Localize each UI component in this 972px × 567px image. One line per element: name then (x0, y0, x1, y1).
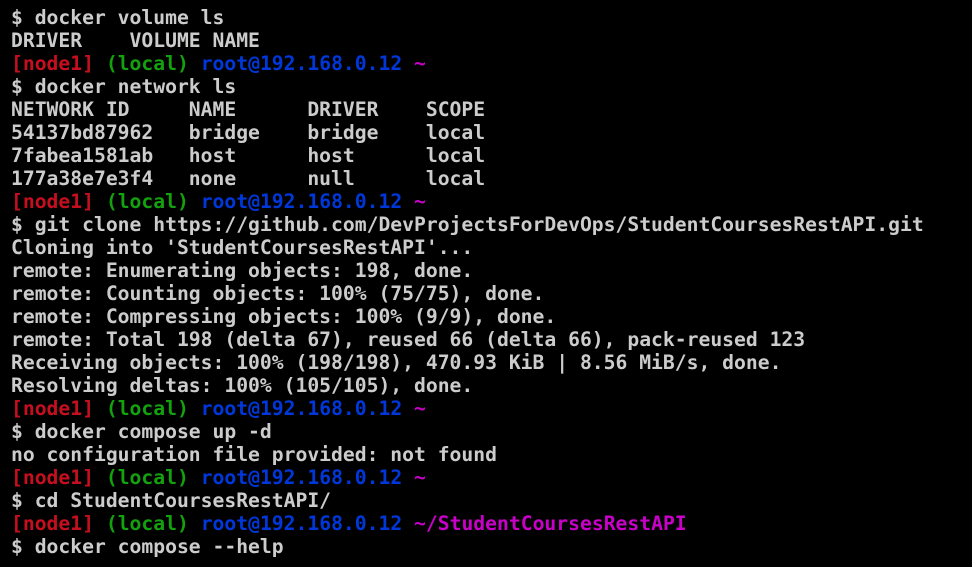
output-line: remote: Counting objects: 100% (75/75), … (11, 282, 545, 305)
output-line: Receiving objects: 100% (198/198), 470.9… (11, 351, 782, 374)
output-line: Cloning into 'StudentCoursesRestAPI'... (11, 236, 474, 259)
output-line: 7fabea1581ab host host local (11, 144, 486, 167)
prompt-path: ~ (414, 52, 426, 75)
prompt-line: [node1] (local) root@192.168.0.12 ~ (11, 190, 972, 213)
prompt-node: [node1] (11, 52, 94, 75)
prompt-path: ~/StudentCoursesRestAPI (414, 512, 687, 535)
prompt-user: root@192.168.0.12 (200, 397, 403, 420)
prompt-user: root@192.168.0.12 (200, 466, 403, 489)
command-line[interactable]: $ docker compose --help (11, 535, 972, 558)
prompt-local: (local) (105, 397, 189, 420)
prompt-node: [node1] (11, 512, 94, 535)
output-line: 54137bd87962 bridge bridge local (11, 121, 486, 144)
prompt-node: [node1] (11, 190, 94, 213)
prompt-node: [node1] (11, 397, 94, 420)
prompt-user: root@192.168.0.12 (200, 512, 403, 535)
prompt-line: [node1] (local) root@192.168.0.12 ~/Stud… (11, 512, 972, 535)
output-line: DRIVER VOLUME NAME (11, 29, 260, 52)
prompt-local: (local) (105, 52, 189, 75)
prompt-local: (local) (105, 190, 189, 213)
prompt-path: ~ (414, 190, 426, 213)
command-line: $ git clone https://github.com/DevProjec… (11, 213, 924, 236)
prompt-line: [node1] (local) root@192.168.0.12 ~ (11, 397, 972, 420)
prompt-path: ~ (414, 466, 426, 489)
command-line: $ docker compose up -d (11, 420, 272, 443)
prompt-local: (local) (105, 466, 189, 489)
output-line: remote: Enumerating objects: 198, done. (11, 259, 474, 282)
prompt-local: (local) (105, 512, 189, 535)
command-line: $ docker volume ls (11, 6, 225, 29)
prompt-user: root@192.168.0.12 (200, 190, 403, 213)
output-line: remote: Total 198 (delta 67), reused 66 … (11, 328, 806, 351)
output-line: NETWORK ID NAME DRIVER SCOPE (11, 98, 486, 121)
prompt-line: [node1] (local) root@192.168.0.12 ~ (11, 466, 972, 489)
command-line: $ cd StudentCoursesRestAPI/ (11, 489, 332, 512)
output-line: 177a38e7e3f4 none null local (11, 167, 486, 190)
prompt-user: root@192.168.0.12 (200, 52, 403, 75)
output-line: no configuration file provided: not foun… (11, 443, 497, 466)
terminal-window[interactable]: $ docker volume ls DRIVER VOLUME NAME [n… (0, 0, 972, 567)
output-line: remote: Compressing objects: 100% (9/9),… (11, 305, 557, 328)
prompt-path: ~ (414, 397, 426, 420)
prompt-line: [node1] (local) root@192.168.0.12 ~ (11, 52, 972, 75)
output-line: Resolving deltas: 100% (105/105), done. (11, 374, 474, 397)
prompt-node: [node1] (11, 466, 94, 489)
command-line: $ docker network ls (11, 75, 237, 98)
